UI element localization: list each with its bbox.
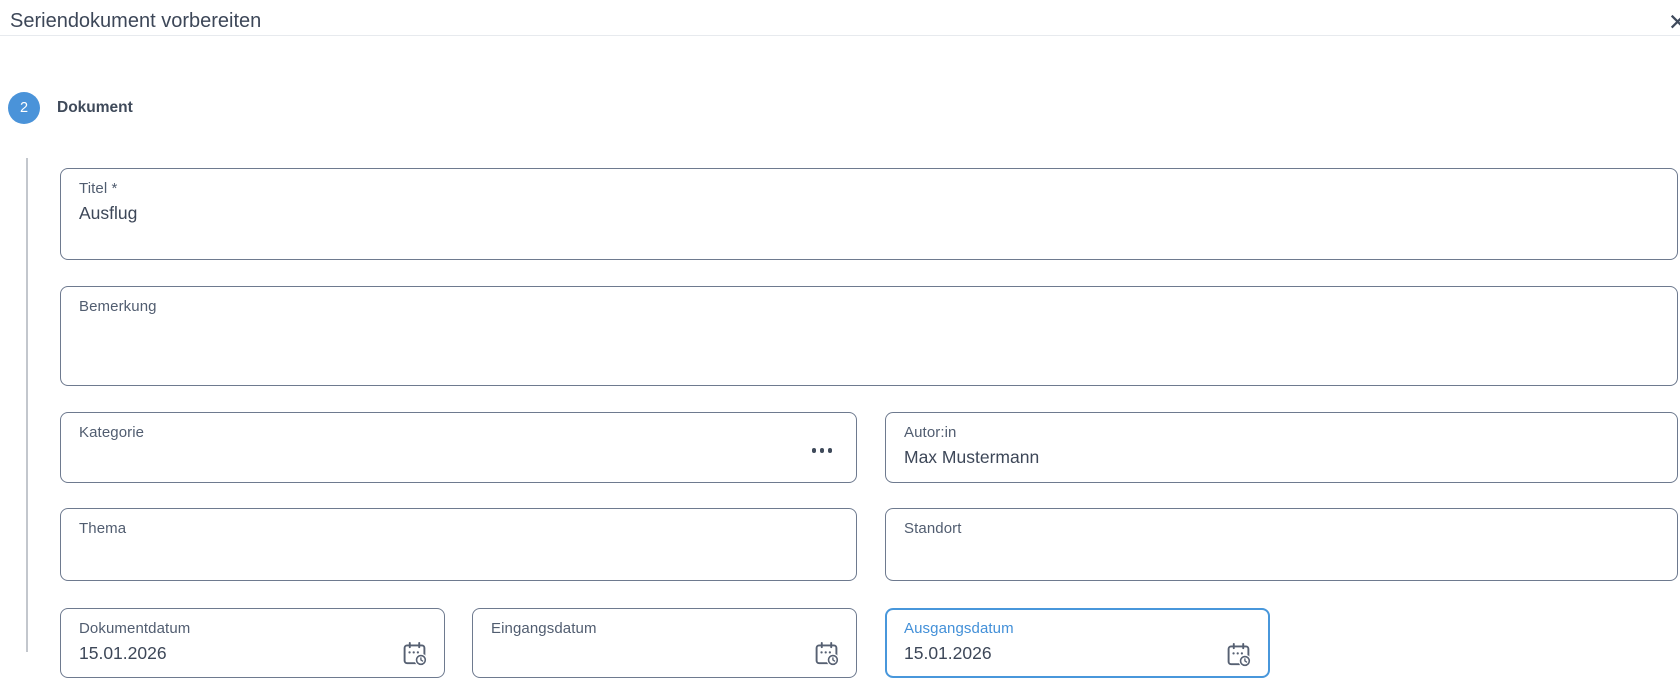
autorin-value: Max Mustermann — [904, 447, 1659, 468]
titel-label: Titel * — [79, 180, 1659, 197]
kategorie-input[interactable]: Kategorie — [60, 412, 857, 483]
step-number-badge: 2 — [8, 92, 40, 124]
step-number: 2 — [20, 100, 28, 116]
autorin-label: Autor:in — [904, 424, 1659, 441]
dialog-title: Seriendokument vorbereiten — [10, 10, 261, 33]
calendar-clock-icon[interactable] — [813, 640, 840, 667]
more-options-icon[interactable] — [810, 444, 835, 457]
seriendokument-dialog: Seriendokument vorbereiten ✕ 2 Dokument … — [0, 0, 1680, 700]
step-label: Dokument — [57, 99, 133, 117]
eingangsdatum-input[interactable]: Eingangsdatum — [472, 608, 857, 678]
stepper-step-2[interactable]: 2 Dokument — [8, 92, 133, 124]
ausgangsdatum-value: 15.01.2026 — [904, 643, 1251, 664]
close-icon[interactable]: ✕ — [1668, 10, 1680, 34]
standort-input[interactable]: Standort — [885, 508, 1678, 581]
titel-value: Ausflug — [79, 203, 1659, 224]
dokumentdatum-label: Dokumentdatum — [79, 620, 426, 637]
ausgangsdatum-label: Ausgangsdatum — [904, 620, 1251, 637]
autorin-input[interactable]: Autor:in Max Mustermann — [885, 412, 1678, 483]
dokumentdatum-value: 15.01.2026 — [79, 643, 426, 664]
titel-input[interactable]: Titel * Ausflug — [60, 168, 1678, 260]
kategorie-label: Kategorie — [79, 424, 838, 441]
calendar-clock-icon[interactable] — [1225, 641, 1252, 668]
thema-label: Thema — [79, 520, 838, 537]
dokumentdatum-input[interactable]: Dokumentdatum 15.01.2026 — [60, 608, 445, 678]
eingangsdatum-label: Eingangsdatum — [491, 620, 838, 637]
thema-input[interactable]: Thema — [60, 508, 857, 581]
standort-label: Standort — [904, 520, 1659, 537]
bemerkung-input[interactable]: Bemerkung — [60, 286, 1678, 386]
stepper-connector-line — [26, 158, 28, 652]
ausgangsdatum-input[interactable]: Ausgangsdatum 15.01.2026 — [885, 608, 1270, 678]
header-divider — [0, 35, 1680, 36]
bemerkung-label: Bemerkung — [79, 298, 1659, 315]
calendar-clock-icon[interactable] — [401, 640, 428, 667]
